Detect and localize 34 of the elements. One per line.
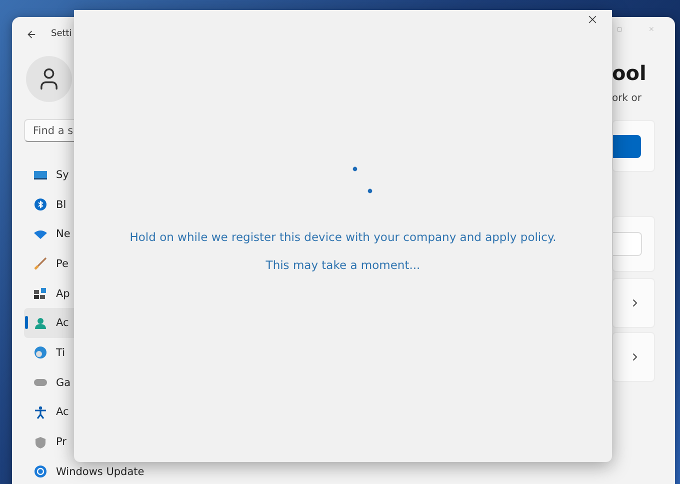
wifi-icon	[34, 228, 47, 241]
nav-item[interactable]: Windows Update	[24, 456, 150, 484]
nav-item[interactable]: Ac	[24, 398, 75, 428]
bluetooth-icon	[34, 198, 47, 212]
person-icon	[34, 316, 47, 330]
back-icon[interactable]	[26, 28, 37, 40]
nav-item[interactable]: Bl	[24, 190, 72, 220]
close-icon[interactable]	[586, 13, 599, 26]
monitor-icon	[34, 168, 47, 182]
description-text: ork or	[612, 93, 642, 104]
avatar	[26, 56, 72, 102]
spinner-icon	[352, 166, 374, 196]
nav-item[interactable]: Ga	[24, 368, 77, 398]
nav-item[interactable]: Pe	[24, 249, 74, 279]
status-submessage: This may take a moment...	[266, 258, 420, 272]
maximize-icon[interactable]	[617, 24, 622, 34]
window-title: Setti	[51, 29, 72, 39]
shield-icon	[34, 436, 47, 449]
status-message: Hold on while we register this device with your company and apply policy.	[130, 230, 556, 244]
nav-item[interactable]: Ti	[24, 338, 72, 368]
clock-globe-icon	[34, 346, 47, 360]
brush-icon	[34, 257, 47, 270]
nav-item[interactable]: Ne	[24, 219, 76, 250]
page-title: ool	[612, 61, 648, 85]
nav-item[interactable]: Pr	[24, 427, 72, 457]
accessibility-icon	[34, 406, 47, 419]
apps-icon	[34, 287, 47, 300]
refresh-icon	[34, 465, 47, 478]
nav-item[interactable]: Sy	[24, 160, 75, 190]
card[interactable]	[612, 332, 655, 382]
primary-button[interactable]	[613, 134, 641, 158]
nav-item[interactable]: Ap	[24, 278, 76, 308]
card[interactable]	[612, 278, 655, 328]
input-field[interactable]	[613, 232, 642, 256]
